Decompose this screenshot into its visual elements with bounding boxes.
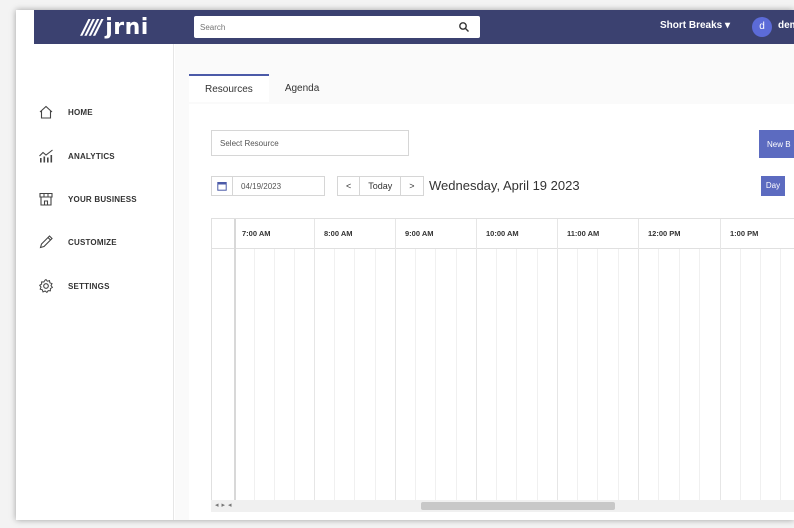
date-field[interactable] [233,176,325,196]
horizontal-scrollbar[interactable]: ◂▸◂ [211,500,794,512]
hour-label: 9:00 AM [405,229,434,238]
quarter-gridline [760,249,761,501]
quarter-gridline [597,249,598,501]
tab-agenda[interactable]: Agenda [269,74,335,102]
hour-label: 12:00 PM [648,229,681,238]
previous-day-button[interactable]: < [338,177,361,195]
quarter-gridline [254,249,255,501]
quarter-gridline [274,249,275,501]
user-name[interactable]: demo@ [778,20,794,31]
quarter-gridline [780,249,781,501]
avatar[interactable]: d [752,17,772,37]
search-icon[interactable] [458,21,470,33]
sidebar-item-settings[interactable]: SETTINGS [16,274,174,298]
quarter-gridline [334,249,335,501]
quarter-gridline [537,249,538,501]
home-icon [39,105,53,119]
sidebar-item-home[interactable]: HOME [16,100,174,124]
analytics-icon [39,149,53,163]
hour-gridline [314,219,315,501]
main-content: Resources Agenda Select Resource New B <… [175,44,794,520]
date-picker-button[interactable] [211,176,233,196]
sidebar-item-your-business[interactable]: YOUR BUSINESS [16,187,174,211]
new-booking-button[interactable]: New B [759,130,794,158]
sidebar-item-label: ANALYTICS [68,151,115,161]
quarter-gridline [740,249,741,501]
gear-icon [38,278,54,294]
scrollbar-thumb[interactable] [421,502,615,510]
logo-text: jrni [105,14,149,40]
quarter-gridline [435,249,436,501]
quarter-gridline [456,249,457,501]
tab-resources[interactable]: Resources [189,74,269,102]
quarter-gridline [415,249,416,501]
today-button[interactable]: Today [360,177,402,195]
hour-gridline [557,219,558,501]
resource-column-divider [234,219,236,501]
calendar-icon [217,182,227,191]
current-date-title: Wednesday, April 19 2023 [429,178,580,193]
sidebar: HOME ANALYTICS YOUR BUSINESS CUSTOMIZE S… [16,44,174,520]
hour-gridline [476,219,477,501]
resource-timeline-grid[interactable]: 7:00 AM 8:00 AM 9:00 AM 10:00 AM 11:00 A… [211,218,794,501]
search-box [194,16,480,38]
next-day-button[interactable]: > [401,177,422,195]
hour-label: 10:00 AM [486,229,519,238]
hour-gridline [638,219,639,501]
top-navigation-bar: //// jrni Short Breaks ▾ d demo@ [34,10,794,44]
hour-gridline [720,219,721,501]
timeline-header: 7:00 AM 8:00 AM 9:00 AM 10:00 AM 11:00 A… [212,219,794,249]
date-navigation: < Today > [337,176,424,196]
quarter-gridline [658,249,659,501]
quarter-gridline [375,249,376,501]
quarter-gridline [699,249,700,501]
sidebar-item-customize[interactable]: CUSTOMIZE [16,230,174,254]
quarter-gridline [618,249,619,501]
quarter-gridline [577,249,578,501]
select-resource-dropdown[interactable]: Select Resource [211,130,409,156]
app-window: //// jrni Short Breaks ▾ d demo@ HOME [16,10,794,520]
sidebar-item-label: YOUR BUSINESS [68,194,137,204]
sidebar-item-label: HOME [68,107,93,117]
quarter-gridline [516,249,517,501]
hour-label: 1:00 PM [730,229,759,238]
pencil-icon [39,235,53,249]
hour-label: 7:00 AM [242,229,271,238]
quarter-gridline [294,249,295,501]
search-input[interactable] [200,19,450,35]
quarter-gridline [679,249,680,501]
day-view-button[interactable]: Day [761,176,785,196]
sidebar-item-label: SETTINGS [68,281,110,291]
company-switcher-dropdown[interactable]: Short Breaks ▾ [660,20,730,31]
sidebar-item-label: CUSTOMIZE [68,237,117,247]
jrni-logo[interactable]: //// jrni [82,13,149,41]
storefront-icon [39,192,53,206]
hour-label: 8:00 AM [324,229,353,238]
quarter-gridline [496,249,497,501]
view-tabs: Resources Agenda [189,74,335,102]
logo-mark: //// [82,15,102,39]
hour-gridline [395,219,396,501]
scroll-arrows-icon[interactable]: ◂▸◂ [215,501,235,509]
sidebar-item-analytics[interactable]: ANALYTICS [16,144,174,168]
quarter-gridline [354,249,355,501]
calendar-panel: Select Resource New B < Today > Wednesda… [189,104,794,520]
hour-label: 11:00 AM [567,229,600,238]
